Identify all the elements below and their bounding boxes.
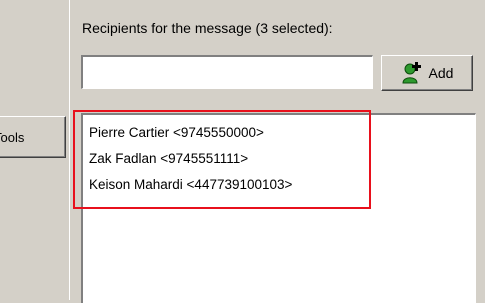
list-item[interactable]: Keison Mahardi <447739100103> — [89, 177, 292, 192]
panel-divider — [69, 0, 70, 300]
recipients-heading: Recipients for the message (3 selected): — [82, 20, 333, 36]
recipient-input[interactable] — [81, 55, 373, 89]
add-user-icon — [402, 62, 421, 84]
add-button-label: Add — [428, 65, 454, 81]
add-recipient-button[interactable]: Add — [381, 55, 473, 91]
list-item[interactable]: Pierre Cartier <9745550000> — [89, 125, 264, 140]
tools-button-label: Tools — [0, 129, 25, 145]
recipients-list[interactable]: Pierre Cartier <9745550000> Zak Fadlan <… — [81, 113, 476, 303]
tools-button[interactable]: Tools — [0, 116, 66, 158]
list-item[interactable]: Zak Fadlan <9745551111> — [89, 151, 248, 166]
left-panel: Tools — [0, 0, 70, 300]
